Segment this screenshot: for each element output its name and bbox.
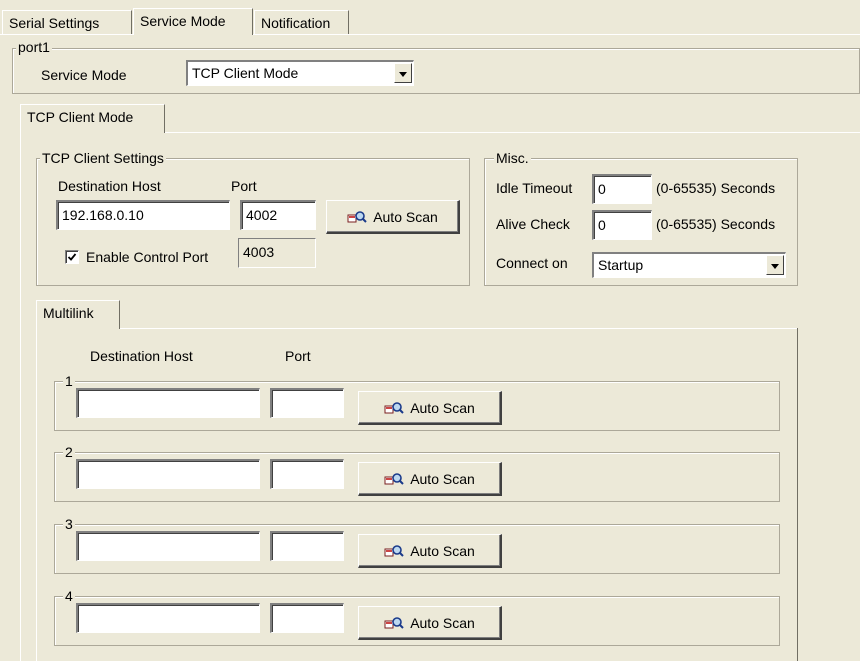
tab-notification-label: Notification xyxy=(261,15,331,31)
alive-check-range: (0-65535) Seconds xyxy=(656,216,776,232)
auto-scan-label: Auto Scan xyxy=(410,614,475,631)
multilink-port-label: Port xyxy=(285,348,311,364)
tab-notification[interactable]: Notification xyxy=(254,10,349,34)
multilink-page-left-border xyxy=(36,328,37,661)
multilink-row-2-number: 2 xyxy=(63,444,75,460)
service-mode-select-value: TCP Client Mode xyxy=(192,65,299,81)
auto-scan-button[interactable]: Auto Scan xyxy=(326,200,460,234)
tab-tcp-client-mode-label: TCP Client Mode xyxy=(27,109,134,125)
magnifier-scan-icon xyxy=(384,616,404,630)
tab-service-mode[interactable]: Service Mode xyxy=(133,8,253,35)
port-group xyxy=(12,48,860,94)
multilink-row-1-port-input[interactable] xyxy=(270,388,344,418)
alive-check-input[interactable]: 0 xyxy=(592,210,652,240)
magnifier-scan-icon xyxy=(384,472,404,486)
magnifier-scan-icon xyxy=(384,401,404,415)
idle-timeout-range: (0-65535) Seconds xyxy=(656,180,776,196)
chevron-down-icon[interactable] xyxy=(394,63,412,83)
tab-tcp-client-mode[interactable]: TCP Client Mode xyxy=(20,104,165,133)
tab-multilink-label: Multilink xyxy=(43,305,94,321)
checkmark-icon xyxy=(67,253,77,261)
multilink-row-3-number: 3 xyxy=(63,516,75,532)
tcp-client-page-left-border xyxy=(20,132,21,661)
connect-on-select[interactable]: Startup xyxy=(592,252,786,278)
auto-scan-label: Auto Scan xyxy=(410,399,475,416)
multilink-row-1-auto-scan-button[interactable]: Auto Scan xyxy=(358,391,502,425)
connect-on-select-value: Startup xyxy=(598,257,644,273)
multilink-row-2-port-input[interactable] xyxy=(270,459,344,489)
tab-baseline xyxy=(0,34,860,35)
auto-scan-label: Auto Scan xyxy=(410,470,475,487)
multilink-row-3-auto-scan-button[interactable]: Auto Scan xyxy=(358,534,502,568)
magnifier-scan-icon xyxy=(347,210,367,224)
misc-title: Misc. xyxy=(494,150,531,166)
destination-host-label: Destination Host xyxy=(58,178,161,194)
chevron-down-icon[interactable] xyxy=(766,255,784,275)
tab-service-mode-label: Service Mode xyxy=(140,13,226,29)
service-mode-label: Service Mode xyxy=(41,67,127,83)
tcp-client-page-top-border xyxy=(165,132,860,133)
enable-control-port-checkbox[interactable] xyxy=(65,250,79,264)
tab-multilink[interactable]: Multilink xyxy=(36,300,120,329)
port-input[interactable]: 4002 xyxy=(240,200,316,230)
idle-timeout-input[interactable]: 0 xyxy=(592,174,652,204)
multilink-row-4-auto-scan-button[interactable]: Auto Scan xyxy=(358,606,502,640)
multilink-row-1-number: 1 xyxy=(63,373,75,389)
idle-timeout-label: Idle Timeout xyxy=(496,180,573,196)
multilink-row-2-host-input[interactable] xyxy=(76,459,260,489)
enable-control-port-label: Enable Control Port xyxy=(86,249,209,265)
connect-on-label: Connect on xyxy=(496,255,568,271)
port-group-title: port1 xyxy=(16,39,52,55)
tcp-client-settings-title: TCP Client Settings xyxy=(40,150,166,166)
tab-serial-settings-label: Serial Settings xyxy=(9,15,100,31)
auto-scan-label: Auto Scan xyxy=(410,542,475,559)
multilink-row-1-host-input[interactable] xyxy=(76,388,260,418)
magnifier-scan-icon xyxy=(384,544,404,558)
multilink-destination-host-label: Destination Host xyxy=(90,348,193,364)
multilink-row-3-host-input[interactable] xyxy=(76,531,260,561)
auto-scan-label: Auto Scan xyxy=(373,208,438,225)
alive-check-label: Alive Check xyxy=(496,216,570,232)
control-port-value: 4003 xyxy=(238,238,316,268)
multilink-row-3-port-input[interactable] xyxy=(270,531,344,561)
destination-host-input[interactable]: 192.168.0.10 xyxy=(56,200,230,230)
service-mode-dialog: { "top_tabs": [ {"label": "Serial Settin… xyxy=(0,0,860,661)
port-label: Port xyxy=(231,178,257,194)
multilink-row-4-port-input[interactable] xyxy=(270,603,344,633)
tab-serial-settings[interactable]: Serial Settings xyxy=(2,10,132,34)
multilink-row-4-host-input[interactable] xyxy=(76,603,260,633)
multilink-page-right-border xyxy=(797,328,798,661)
multilink-row-2-auto-scan-button[interactable]: Auto Scan xyxy=(358,462,502,496)
multilink-row-4-number: 4 xyxy=(63,588,75,604)
service-mode-select[interactable]: TCP Client Mode xyxy=(186,60,414,86)
multilink-page-top-border xyxy=(120,328,798,329)
